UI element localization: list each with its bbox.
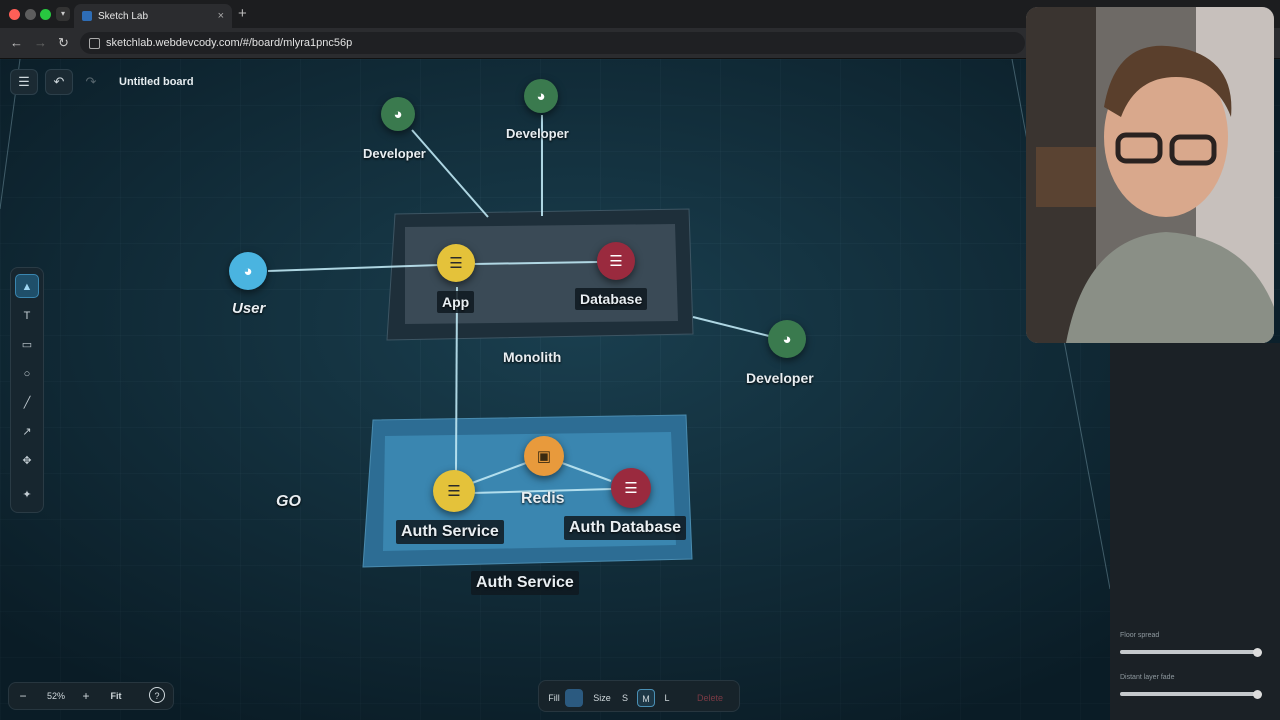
- database-icon: ☰: [609, 252, 623, 270]
- move-tool-icon[interactable]: ✥: [15, 449, 39, 473]
- cache-icon: ▣: [536, 447, 552, 465]
- zoom-out-button[interactable]: −: [14, 687, 32, 705]
- person-icon: ◕: [243, 262, 253, 280]
- size-s-button[interactable]: S: [617, 689, 633, 707]
- fill-color-swatch[interactable]: [565, 689, 583, 707]
- database-icon: ☰: [624, 479, 638, 497]
- view-settings-panel: Floor spread Distant layer fade: [1110, 343, 1280, 720]
- floor-spread-label: Floor spread: [1120, 632, 1160, 639]
- person-icon: ◕: [393, 105, 403, 123]
- user-node[interactable]: ◕: [229, 252, 267, 290]
- developer-label-1: Developer: [363, 146, 426, 161]
- database-label: Database: [575, 288, 648, 310]
- board-title[interactable]: Untitled board: [119, 76, 194, 88]
- tab-title: Sketch Lab: [98, 10, 149, 22]
- auth-service-node[interactable]: ☰: [433, 470, 475, 512]
- rectangle-tool-icon[interactable]: ▭: [15, 333, 39, 357]
- auth-database-node[interactable]: ☰: [611, 468, 651, 508]
- floating-text[interactable]: GO: [276, 493, 301, 511]
- close-window-button[interactable]: [9, 9, 20, 20]
- tool-palette: ▲ T ▭ ○ ╱ ↗ ✥ ✦: [10, 267, 44, 513]
- minimize-window-button[interactable]: [25, 9, 36, 20]
- arrow-tool-icon[interactable]: ↗: [15, 420, 39, 444]
- undo-icon[interactable]: ↶: [45, 69, 73, 95]
- server-icon: ☰: [449, 254, 463, 272]
- app-label: App: [437, 291, 475, 313]
- presenter-video: [1026, 7, 1274, 343]
- size-label: Size: [593, 693, 611, 703]
- database-node[interactable]: ☰: [597, 242, 635, 280]
- redo-icon[interactable]: ↷: [77, 69, 105, 95]
- favicon-icon: [82, 11, 92, 21]
- forward-arrow-icon[interactable]: →: [34, 35, 47, 50]
- style-bar: Fill Size S M L Delete: [538, 680, 740, 712]
- icon-tool-icon[interactable]: ✦: [15, 483, 39, 507]
- tab-close-icon[interactable]: ×: [218, 10, 224, 22]
- monolith-label: Monolith: [503, 349, 562, 365]
- developer-node-1[interactable]: ◕: [381, 97, 415, 131]
- auth-service-label: Auth Service: [396, 520, 504, 544]
- site-info-icon[interactable]: [89, 38, 100, 49]
- distant-layer-fade-label: Distant layer fade: [1120, 674, 1175, 681]
- zoom-in-button[interactable]: +: [77, 687, 95, 705]
- redis-node[interactable]: ▣: [524, 436, 564, 476]
- delete-button[interactable]: Delete: [689, 689, 731, 707]
- back-arrow-icon[interactable]: ←: [10, 35, 23, 50]
- help-icon[interactable]: ?: [149, 687, 165, 703]
- fit-button[interactable]: Fit: [105, 687, 127, 705]
- developer-label-3: Developer: [746, 370, 814, 386]
- floor-spread-slider[interactable]: [1120, 650, 1260, 654]
- developer-node-2[interactable]: ◕: [524, 79, 558, 113]
- browser-tab[interactable]: Sketch Lab ×: [74, 4, 232, 28]
- server-icon: ☰: [447, 482, 461, 500]
- reload-icon[interactable]: ↻: [58, 35, 69, 51]
- line-tool-icon[interactable]: ╱: [15, 391, 39, 415]
- size-l-button[interactable]: L: [659, 689, 675, 707]
- person-icon: ◕: [536, 87, 546, 105]
- user-label: User: [232, 300, 266, 317]
- redis-label: Redis: [521, 490, 565, 507]
- new-tab-button[interactable]: +: [238, 5, 247, 22]
- url-field[interactable]: sketchlab.webdevcody.com/#/board/mlyra1p…: [80, 32, 1025, 54]
- distant-layer-fade-slider[interactable]: [1120, 692, 1260, 696]
- fill-label: Fill: [548, 693, 560, 703]
- developer-node-3[interactable]: ◕: [768, 320, 806, 358]
- size-m-button[interactable]: M: [637, 689, 655, 707]
- app-node[interactable]: ☰: [437, 244, 475, 282]
- tab-search-button[interactable]: ▾: [56, 7, 70, 21]
- zoom-controls: − 52% + Fit ?: [8, 682, 174, 710]
- distant-layer-fade-handle[interactable]: [1253, 690, 1262, 699]
- maximize-window-button[interactable]: [40, 9, 51, 20]
- floor-spread-handle[interactable]: [1253, 648, 1262, 657]
- url-text: sketchlab.webdevcody.com/#/board/mlyra1p…: [106, 37, 353, 49]
- auth-service-group-label: Auth Service: [471, 571, 579, 595]
- select-tool-icon[interactable]: ▲: [15, 274, 39, 298]
- ellipse-tool-icon[interactable]: ○: [15, 362, 39, 386]
- text-tool-icon[interactable]: T: [15, 304, 39, 328]
- auth-database-label: Auth Database: [564, 516, 687, 540]
- person-icon: ◕: [782, 330, 792, 348]
- developer-label-2: Developer: [506, 126, 569, 141]
- webcam-overlay: [1026, 7, 1274, 343]
- menu-icon[interactable]: ☰: [10, 69, 38, 95]
- zoom-level: 52%: [46, 691, 65, 701]
